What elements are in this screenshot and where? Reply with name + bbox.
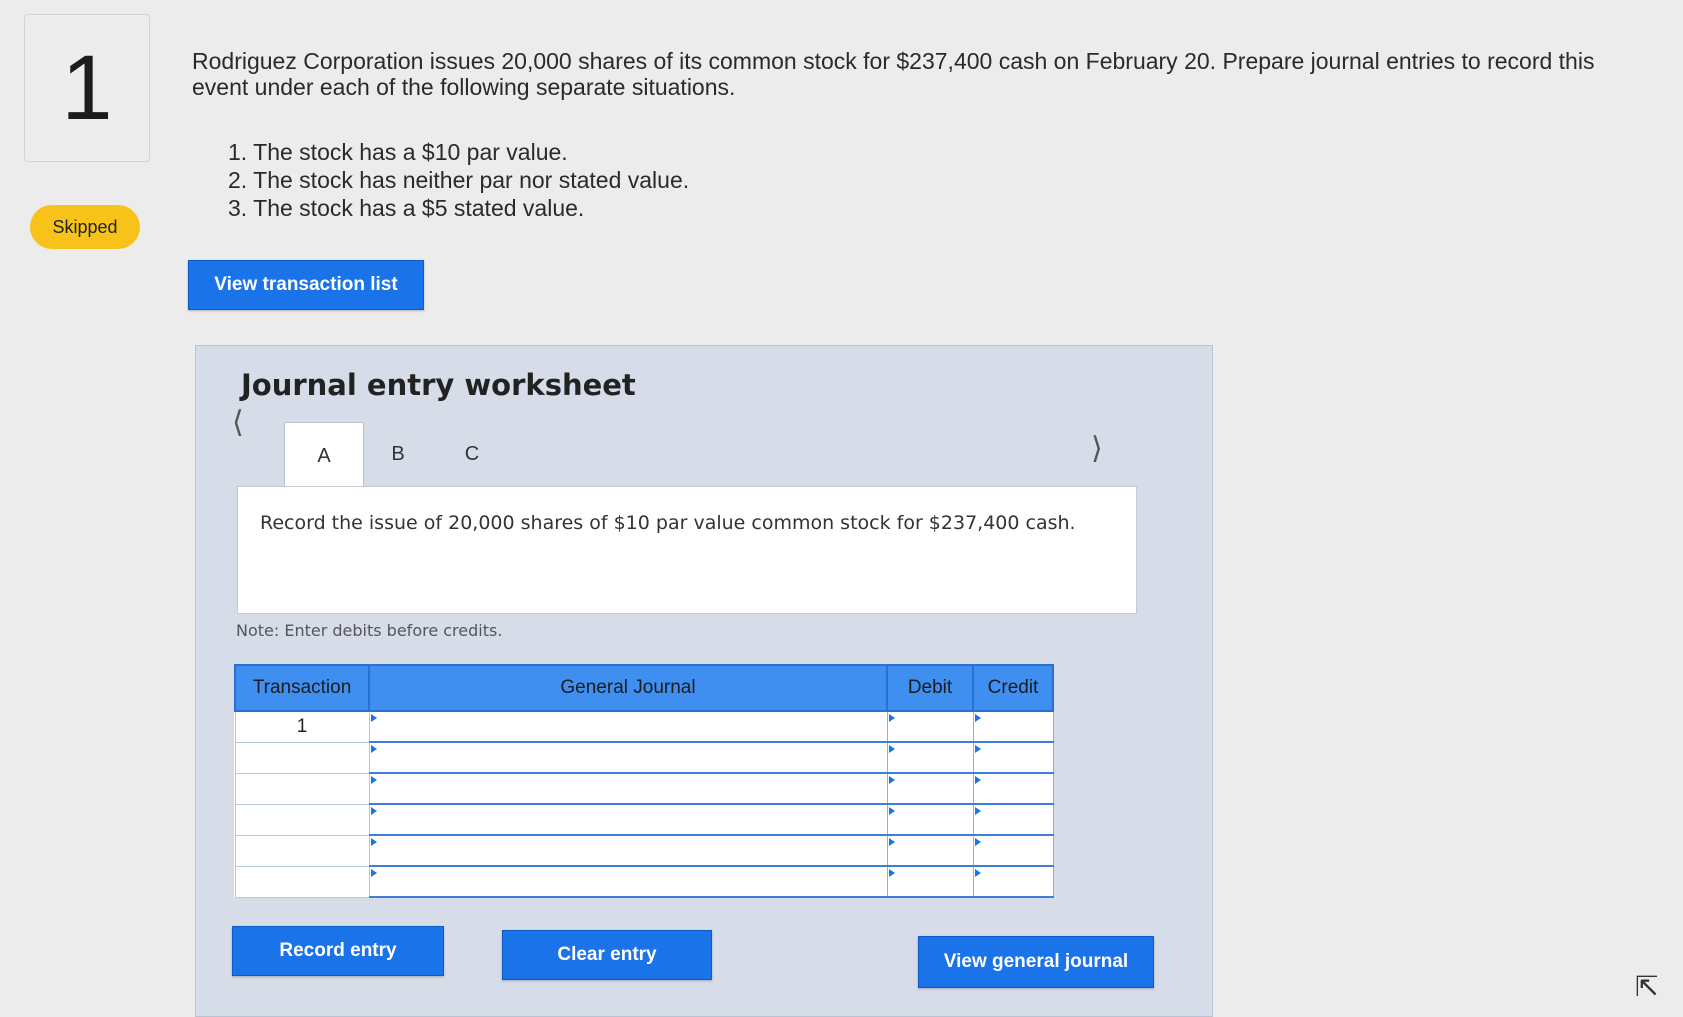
credit-input[interactable]: [972, 803, 1054, 836]
transaction-cell: [234, 772, 370, 805]
transaction-cell: [234, 803, 370, 836]
debit-input[interactable]: [886, 803, 974, 836]
debit-input[interactable]: [886, 710, 974, 743]
situation-item: 1. The stock has a $10 par value.: [228, 139, 568, 165]
header-credit: Credit: [972, 664, 1054, 712]
table-row: [234, 803, 1054, 836]
account-input[interactable]: [368, 741, 888, 774]
instruction-box: Record the issue of 20,000 shares of $10…: [237, 486, 1137, 614]
next-arrow-icon[interactable]: ⟩: [1091, 434, 1103, 464]
situation-item: 3. The stock has a $5 stated value.: [228, 195, 585, 221]
table-row: [234, 865, 1054, 898]
debit-input[interactable]: [886, 741, 974, 774]
account-input[interactable]: [368, 865, 888, 898]
account-input[interactable]: [368, 834, 888, 867]
situation-item: 2. The stock has neither par nor stated …: [228, 167, 690, 193]
situation-list: 1. The stock has a $10 par value. 2. The…: [228, 138, 689, 222]
transaction-cell: [234, 741, 370, 774]
view-general-journal-button[interactable]: View general journal: [918, 936, 1154, 988]
transaction-cell: [234, 865, 370, 898]
journal-entry-worksheet: Journal entry worksheet ⟨ ⟩ A B C Record…: [195, 345, 1213, 1017]
table-row: 1: [234, 710, 1054, 743]
transaction-cell: 1: [234, 710, 370, 743]
account-input[interactable]: [368, 772, 888, 805]
question-prompt: Rodriguez Corporation issues 20,000 shar…: [192, 48, 1595, 100]
question-number-box: 1: [24, 14, 150, 162]
credit-input[interactable]: [972, 710, 1054, 743]
table-row: [234, 741, 1054, 774]
table-row: [234, 834, 1054, 867]
mouse-cursor-icon: ⇱: [1635, 970, 1659, 1003]
journal-table: Transaction General Journal Debit Credit…: [234, 664, 1054, 898]
account-input[interactable]: [368, 803, 888, 836]
question-number: 1: [61, 37, 113, 139]
view-transaction-list-button[interactable]: View transaction list: [188, 260, 424, 310]
credit-input[interactable]: [972, 772, 1054, 805]
header-transaction: Transaction: [234, 664, 370, 712]
prev-arrow-icon[interactable]: ⟨: [232, 408, 244, 438]
debit-input[interactable]: [886, 865, 974, 898]
credit-input[interactable]: [972, 865, 1054, 898]
debit-input[interactable]: [886, 834, 974, 867]
tab-c[interactable]: C: [433, 422, 511, 486]
clear-entry-button[interactable]: Clear entry: [502, 930, 712, 980]
status-badge: Skipped: [30, 205, 140, 249]
debit-input[interactable]: [886, 772, 974, 805]
tab-a[interactable]: A: [284, 422, 364, 489]
account-input[interactable]: [368, 710, 888, 743]
credit-input[interactable]: [972, 741, 1054, 774]
record-entry-button[interactable]: Record entry: [232, 926, 444, 976]
table-row: [234, 772, 1054, 805]
worksheet-title: Journal entry worksheet: [241, 368, 636, 402]
credit-input[interactable]: [972, 834, 1054, 867]
header-debit: Debit: [886, 664, 974, 712]
transaction-cell: [234, 834, 370, 867]
note-text: Note: Enter debits before credits.: [236, 621, 503, 640]
header-general-journal: General Journal: [368, 664, 888, 712]
tab-b[interactable]: B: [359, 422, 437, 486]
